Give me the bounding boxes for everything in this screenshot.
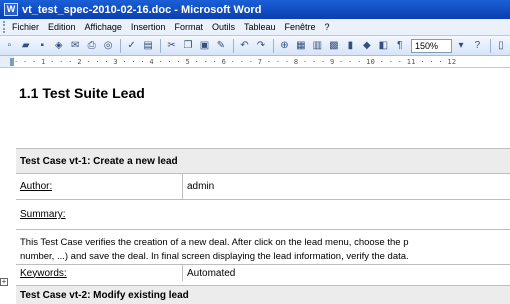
drawing-icon[interactable]: ◆ <box>360 38 374 53</box>
keywords-value: Automated <box>187 267 236 279</box>
summary-text: This Test Case verifies the creation of … <box>16 230 409 264</box>
menu-help[interactable]: ? <box>325 22 330 32</box>
test-case-title: Test Case vt-2: Modify existing lead <box>20 289 189 301</box>
document-area[interactable]: 1.1 Test Suite Lead Test Case vt-1: Crea… <box>0 69 510 304</box>
standard-toolbar: ▫ ▰ ▪ ◈ ✉ ⎙ ◎ ✓ ▤ ✂ ❐ ▣ ✎ ↶ ↷ ⊕ ▦ ▥ ▩ ▮ … <box>0 36 510 56</box>
undo-icon[interactable]: ↶ <box>237 38 251 53</box>
menubar-grip-icon[interactable] <box>3 21 9 33</box>
research-icon[interactable]: ▤ <box>141 38 155 53</box>
new-doc-icon[interactable]: ▫ <box>2 38 16 53</box>
zoom-field[interactable]: 150% <box>411 38 452 53</box>
table-row: This Test Case verifies the creation of … <box>16 229 510 264</box>
toolbar-separator <box>120 38 122 53</box>
window-titlebar: W vt_test_spec-2010-02-16.doc - Microsof… <box>0 0 510 19</box>
paste-icon[interactable]: ▣ <box>197 38 211 53</box>
keywords-label: Keywords: <box>20 267 67 279</box>
show-formatting-icon[interactable]: ¶ <box>393 38 407 53</box>
menu-fichier[interactable]: Fichier <box>12 22 39 32</box>
menu-insertion[interactable]: Insertion <box>131 22 166 32</box>
copy-icon[interactable]: ❐ <box>181 38 195 53</box>
toolbar-separator <box>489 38 491 53</box>
test-case-title: Test Case vt-1: Create a new lead <box>20 155 178 167</box>
format-painter-icon[interactable]: ✎ <box>214 38 228 53</box>
word-app-icon[interactable]: W <box>4 3 18 16</box>
menu-edition[interactable]: Edition <box>48 22 76 32</box>
menu-bar: Fichier Edition Affichage Insertion Form… <box>0 19 510 36</box>
toolbar-separator <box>233 38 235 53</box>
summary-line-2: number, ...) and save the deal. In final… <box>20 251 409 262</box>
redo-icon[interactable]: ↷ <box>254 38 268 53</box>
save-icon[interactable]: ▪ <box>35 38 49 53</box>
document-heading: 1.1 Test Suite Lead <box>19 85 145 101</box>
print-preview-icon[interactable]: ◎ <box>101 38 115 53</box>
table-row: Keywords: Automated <box>16 264 510 281</box>
ruler-ticks: · · · 1 · · · 2 · · · 3 · · · 4 · · · 5 … <box>14 56 510 67</box>
author-label: Author: <box>20 181 53 192</box>
author-value: admin <box>187 181 215 192</box>
table-move-handle-icon[interactable]: + <box>0 278 8 286</box>
table-row: Test Case vt-2: Modify existing lead <box>16 285 510 304</box>
table-row: Summary: <box>16 199 510 229</box>
toolbar-separator <box>273 38 275 53</box>
cut-icon[interactable]: ✂ <box>164 38 178 53</box>
open-icon[interactable]: ▰ <box>18 38 32 53</box>
help-icon[interactable]: ? <box>470 38 484 53</box>
print-icon[interactable]: ⎙ <box>84 38 98 53</box>
menu-outils[interactable]: Outils <box>212 22 235 32</box>
insert-excel-icon[interactable]: ▩ <box>327 38 341 53</box>
window-title: vt_test_spec-2010-02-16.doc - Microsoft … <box>22 3 262 16</box>
menu-affichage[interactable]: Affichage <box>85 22 122 32</box>
menu-fenetre[interactable]: Fenêtre <box>285 22 316 32</box>
columns-icon[interactable]: ▮ <box>343 38 357 53</box>
summary-line-1: This Test Case verifies the creation of … <box>20 237 409 248</box>
horizontal-ruler[interactable]: · · · 1 · · · 2 · · · 3 · · · 4 · · · 5 … <box>0 56 510 68</box>
reading-icon[interactable]: ▯ <box>494 38 508 53</box>
summary-label: Summary: <box>20 209 66 220</box>
insert-table-icon[interactable]: ▥ <box>310 38 324 53</box>
menu-tableau[interactable]: Tableau <box>244 22 276 32</box>
table-row: Test Case vt-1: Create a new lead <box>16 148 510 173</box>
hyperlink-icon[interactable]: ⊕ <box>277 38 291 53</box>
document-map-icon[interactable]: ◧ <box>376 38 390 53</box>
email-icon[interactable]: ✉ <box>68 38 82 53</box>
tables-borders-icon[interactable]: ▦ <box>294 38 308 53</box>
zoom-dropdown-icon[interactable]: ▾ <box>454 38 468 53</box>
toolbar-separator <box>160 38 162 53</box>
permission-icon[interactable]: ◈ <box>51 38 65 53</box>
spelling-icon[interactable]: ✓ <box>124 38 138 53</box>
menu-format[interactable]: Format <box>174 22 203 32</box>
table-row: Author: admin <box>16 173 510 199</box>
